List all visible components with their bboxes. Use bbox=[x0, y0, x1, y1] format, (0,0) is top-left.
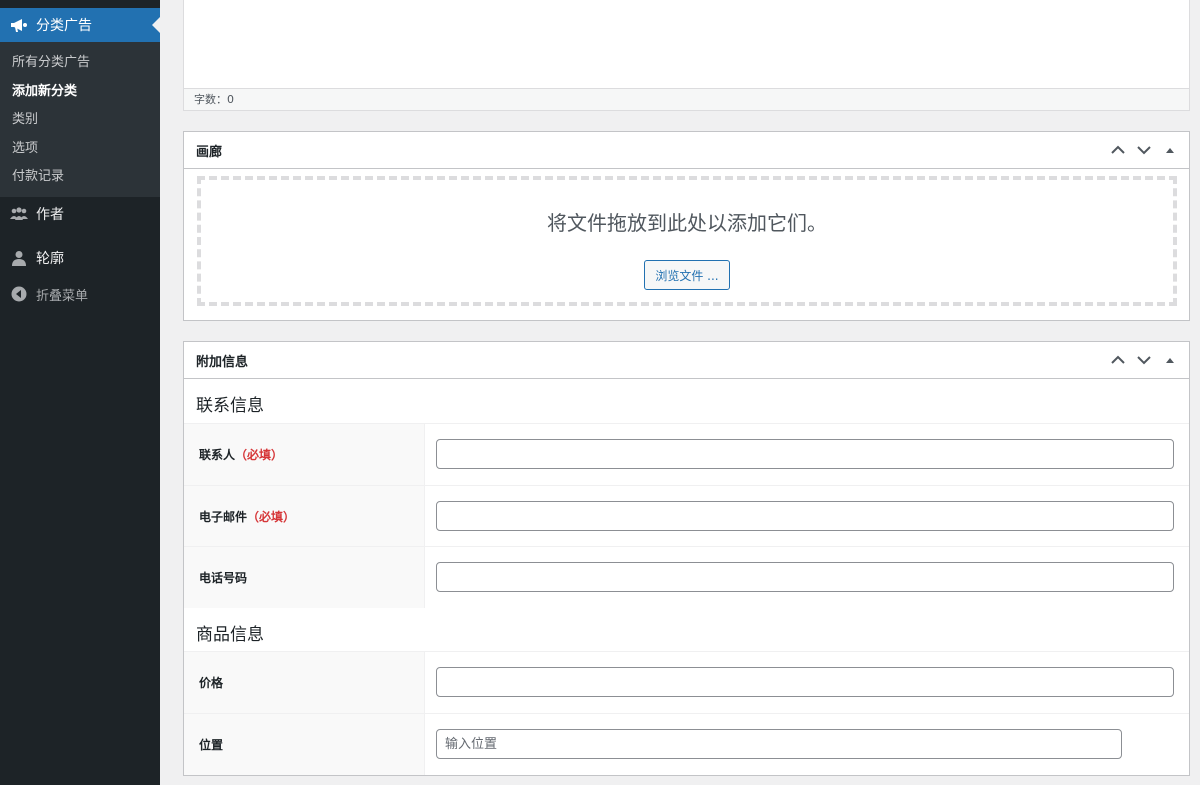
extra-info-postbox: 附加信息 联系信息 联系人 （必填） 电子邮件 （必填） 电话号码 商品信息 价… bbox=[183, 341, 1190, 776]
menu-authors[interactable]: 作者 bbox=[0, 197, 160, 231]
menu-profile[interactable]: 轮廓 bbox=[0, 241, 160, 275]
field-row-phone: 电话号码 bbox=[184, 546, 1189, 608]
submenu-categories[interactable]: 类别 bbox=[0, 106, 160, 135]
contact-section-title: 联系信息 bbox=[196, 396, 264, 416]
toggle-panel-icon[interactable] bbox=[1157, 347, 1183, 373]
user-icon bbox=[9, 248, 29, 268]
submenu-add-new[interactable]: 添加新分类 bbox=[0, 78, 160, 107]
product-section-title: 商品信息 bbox=[196, 625, 264, 645]
collapse-icon bbox=[9, 284, 29, 304]
contact-name-label: 联系人 （必填） bbox=[184, 424, 425, 485]
location-input[interactable] bbox=[436, 729, 1122, 759]
editor-textarea[interactable] bbox=[184, 0, 1189, 88]
field-row-email: 电子邮件 （必填） bbox=[184, 485, 1189, 547]
menu-classified-ads[interactable]: 分类广告 bbox=[0, 8, 160, 42]
menu-profile-label: 轮廓 bbox=[36, 251, 64, 267]
email-label-text: 电子邮件 bbox=[199, 510, 248, 524]
submenu: 所有分类广告 添加新分类 类别 选项 付款记录 bbox=[0, 42, 160, 197]
drop-zone[interactable]: 将文件拖放到此处以添加它们。 浏览文件 ... bbox=[197, 176, 1177, 306]
megaphone-icon bbox=[9, 15, 29, 35]
extra-info-handle-actions bbox=[1105, 342, 1183, 378]
gallery-postbox: 画廊 将文件拖放到此处以添加它们。 浏览文件 ... bbox=[183, 131, 1190, 321]
contact-name-label-text: 联系人 bbox=[199, 448, 236, 462]
move-up-icon[interactable] bbox=[1105, 137, 1131, 163]
move-down-icon[interactable] bbox=[1131, 347, 1157, 373]
gallery-handle-actions bbox=[1105, 132, 1183, 168]
required-marker: （必填） bbox=[235, 448, 284, 462]
browse-files-button[interactable]: 浏览文件 ... bbox=[644, 260, 730, 290]
move-down-icon[interactable] bbox=[1131, 137, 1157, 163]
drop-zone-text: 将文件拖放到此处以添加它们。 bbox=[547, 211, 827, 235]
toggle-panel-icon[interactable] bbox=[1157, 137, 1183, 163]
location-label: 位置 bbox=[184, 714, 425, 775]
menu-classified-ads-label: 分类广告 bbox=[36, 18, 92, 34]
move-up-icon[interactable] bbox=[1105, 347, 1131, 373]
word-count: 字数：0 bbox=[184, 88, 1189, 110]
phone-input[interactable] bbox=[436, 562, 1174, 592]
field-row-price: 价格 bbox=[184, 651, 1189, 713]
price-label: 价格 bbox=[184, 652, 425, 713]
collapse-menu-label: 折叠菜单 bbox=[36, 288, 89, 304]
content-editor: 字数：0 bbox=[183, 0, 1190, 111]
phone-label: 电话号码 bbox=[184, 547, 425, 608]
admin-sidebar: 分类广告 所有分类广告 添加新分类 类别 选项 付款记录 作者 轮廓 折叠菜单 bbox=[0, 0, 160, 785]
submenu-options[interactable]: 选项 bbox=[0, 135, 160, 164]
contact-name-input[interactable] bbox=[436, 439, 1174, 469]
email-input[interactable] bbox=[436, 501, 1174, 531]
collapse-menu[interactable]: 折叠菜单 bbox=[0, 277, 160, 311]
menu-authors-label: 作者 bbox=[36, 207, 64, 223]
users-icon bbox=[9, 204, 29, 224]
email-label: 电子邮件 （必填） bbox=[184, 486, 425, 547]
extra-info-header: 附加信息 bbox=[184, 342, 1189, 379]
required-marker: （必填） bbox=[247, 510, 296, 524]
field-row-location: 位置 bbox=[184, 713, 1189, 775]
submenu-all-ads[interactable]: 所有分类广告 bbox=[0, 49, 160, 78]
field-row-contact-name: 联系人 （必填） bbox=[184, 423, 1189, 485]
gallery-header: 画廊 bbox=[184, 132, 1189, 169]
submenu-payments[interactable]: 付款记录 bbox=[0, 163, 160, 192]
extra-info-title: 附加信息 bbox=[196, 354, 249, 370]
gallery-title: 画廊 bbox=[196, 144, 223, 160]
price-input[interactable] bbox=[436, 667, 1174, 697]
